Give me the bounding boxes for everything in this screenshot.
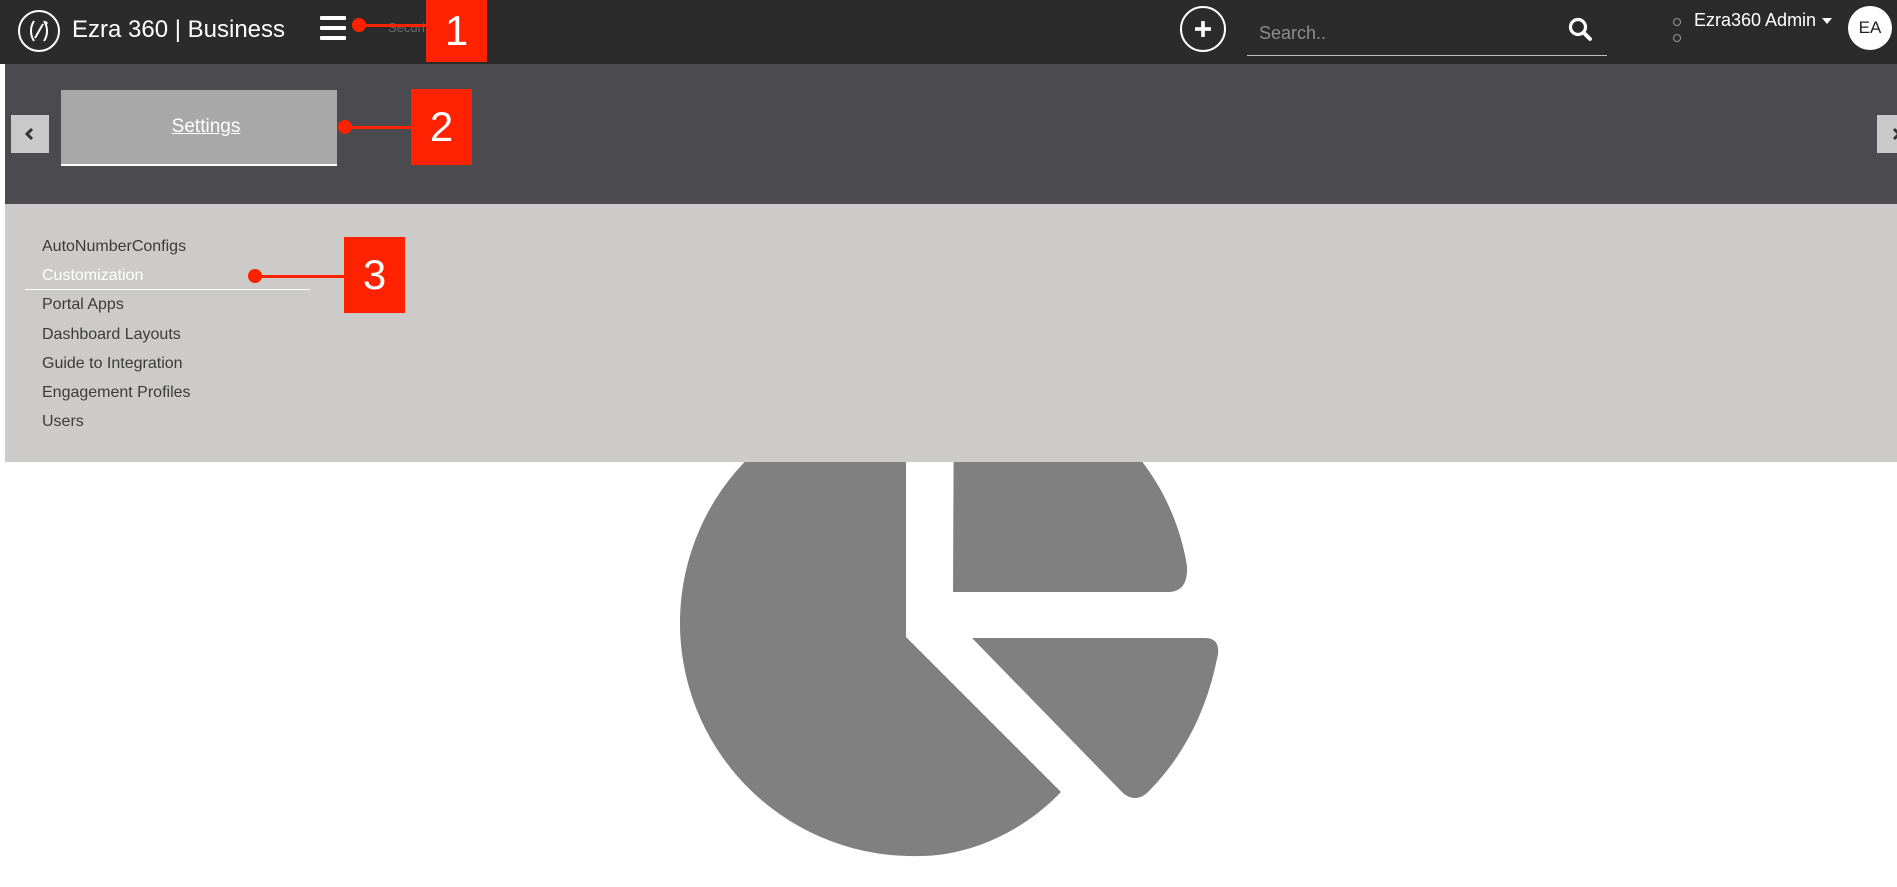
pie-chart-icon — [679, 462, 1219, 857]
search-icon[interactable] — [1567, 16, 1593, 42]
header-sub-text: Securi — [388, 20, 425, 35]
search-input[interactable] — [1247, 18, 1547, 48]
submenu-item-guide-to-integration[interactable]: Guide to Integration — [25, 349, 310, 378]
annotation-3-badge: 3 — [344, 237, 405, 313]
status-dots-icon — [1673, 16, 1683, 42]
hamburger-menu-icon[interactable] — [320, 16, 346, 40]
plus-icon — [1195, 21, 1211, 37]
user-menu-dropdown[interactable]: Ezra360 Admin — [1694, 10, 1833, 31]
tab-settings-label: Settings — [171, 116, 241, 137]
tab-settings[interactable]: Settings — [61, 90, 337, 166]
add-button[interactable] — [1180, 6, 1226, 52]
scroll-right-button[interactable] — [1877, 115, 1897, 153]
ezra-logo-icon[interactable] — [18, 10, 60, 52]
annotation-3-connector — [255, 275, 347, 278]
annotation-1-connector — [358, 24, 428, 27]
annotation-2-badge: 2 — [411, 89, 472, 165]
annotation-2-connector — [345, 126, 413, 129]
search-box — [1247, 10, 1607, 56]
caret-down-icon — [1822, 17, 1833, 24]
module-tab-bar: Settings — [5, 64, 1897, 204]
submenu-item-engagement-profiles[interactable]: Engagement Profiles — [25, 378, 310, 407]
ezra-logo-mark — [30, 20, 48, 42]
submenu-item-users[interactable]: Users — [25, 407, 310, 436]
submenu-item-autonumberconfigs[interactable]: AutoNumberConfigs — [25, 232, 310, 261]
scroll-left-button[interactable] — [11, 115, 49, 153]
user-name: Ezra360 Admin — [1694, 10, 1817, 30]
app-title: Ezra 360 | Business — [72, 16, 286, 43]
submenu-item-portal-apps[interactable]: Portal Apps — [25, 290, 310, 319]
top-navigation-bar: Ezra 360 | Business Securi Ezra360 Admin… — [0, 0, 1897, 64]
settings-submenu-list: AutoNumberConfigs Customization Portal A… — [25, 232, 310, 436]
pie-chart-illustration — [640, 462, 1240, 887]
chevron-right-icon — [1892, 127, 1897, 141]
avatar[interactable]: EA — [1848, 6, 1892, 50]
annotation-1-badge: 1 — [426, 0, 487, 62]
chevron-left-icon — [24, 127, 34, 141]
settings-submenu-panel: AutoNumberConfigs Customization Portal A… — [5, 204, 1897, 462]
submenu-item-dashboard-layouts[interactable]: Dashboard Layouts — [25, 320, 310, 349]
